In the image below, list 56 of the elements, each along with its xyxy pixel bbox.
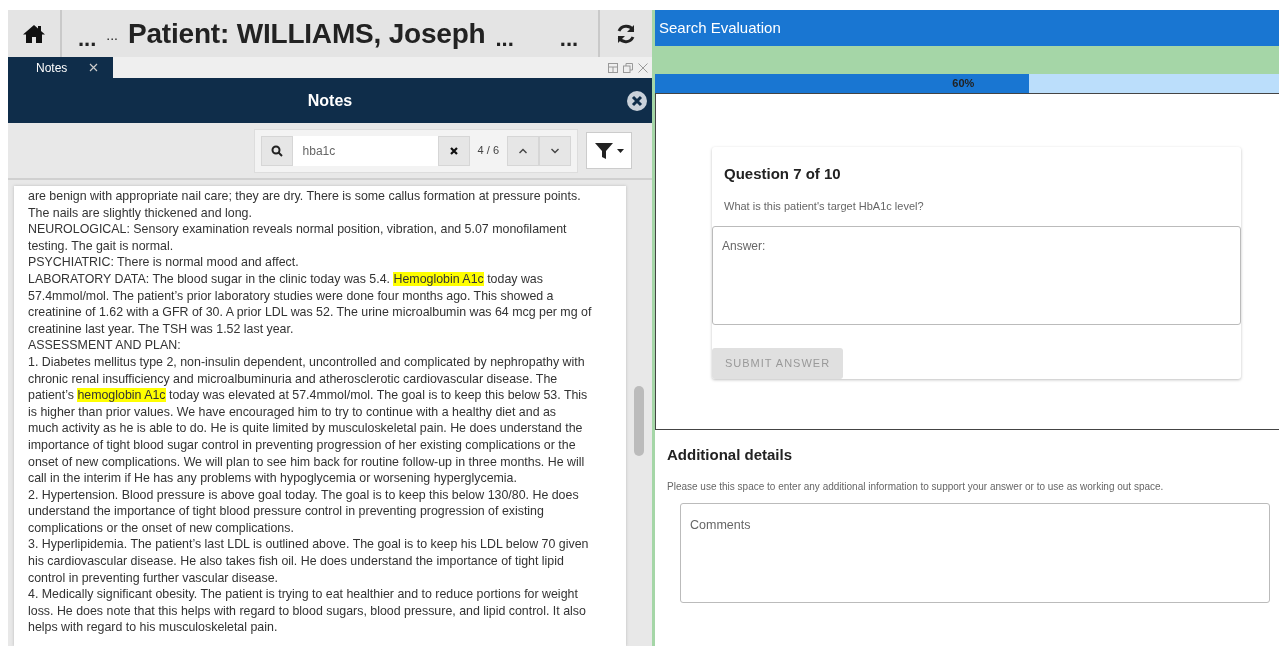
home-icon[interactable] [22,23,46,44]
note-line: 57.4mmol/mol. The patient’s prior laboratory studies were done four months ago. This showed a [28,287,555,305]
caret-icon [617,148,624,153]
note-line: understand the importance of tight blood pressure control in preventing progression of existing [28,503,545,520]
note-line: control in preventing further vascular disease. [28,569,279,587]
menu-dots[interactable]: ... [495,17,514,50]
note-line: LABORATORY DATA: The blood sugar in the clinic today was 5.4. Hemoglobin A1c today was [28,270,544,288]
note-line: importance of tight blood sugar control in preventing progression of her existing complications or the [28,436,577,454]
chevron-up-icon [518,147,528,154]
chevron-down-icon [550,147,560,154]
match-count: 4 / 6 [476,143,500,159]
filter-icon [594,140,614,161]
patient-title: Patient: WILLIAMS, Joseph [128,16,486,51]
scrollbar-thumb[interactable] [634,386,644,456]
question-heading: Question 7 of 10 [723,164,842,184]
note-line: NEUROLOGICAL: Sensory examination reveals normal position, vibration, and 5.07 monofilament [28,221,568,238]
section-heading: Additional details [667,445,793,465]
note-line: 1. Diabetes mellitus type 2, non-insulin dependent, uncontrolled and complicated by nephropathy with [28,353,586,371]
note-line: 4. Medically significant obesity. The patient is trying to eat healthier and to reduce portions for weight [28,586,579,603]
filter-button[interactable] [586,132,632,169]
refresh-icon[interactable] [615,22,637,45]
menu-dots[interactable]: ... [106,21,118,46]
tab-close-icon[interactable] [89,63,99,72]
close-icon[interactable] [626,90,648,112]
menu-dots[interactable]: ... [78,17,97,50]
note-line: onset of new complications. We will plan to see him back for routine follow-up in three months. He will [28,453,586,471]
search-field[interactable]: hba1c [292,135,438,166]
app-title: Search Evaluation [655,10,1279,46]
note-line: chronic renal insufficiency and microalbuminuria and atherosclerotic cardiovascular disease. The [28,370,559,388]
note-line: testing. The gait is normal. [28,237,175,255]
comments-field[interactable]: Comments [680,502,1270,603]
note-line: helps with regard to his musculoskeletal pain. [28,619,279,637]
note-line: his cardiovascular disease. He also takes fish oil. He does understand the importance of tight lipid [28,553,565,570]
answer-field[interactable]: Answer: [712,226,1241,325]
note-line: is higher than prior values. We have encouraged him to try to continue with a healthy diet and as [28,403,558,421]
note-line: much activity as he is able to do. He is quite limited by musculoskeletal pain. He does understand the [28,420,584,437]
search-icon[interactable] [260,135,293,166]
note-line: 3. Hyperlipidemia. The patient’s last LDL is outlined above. The goal is to keep his LDL below 70 given [28,536,590,554]
note-line: The nails are slightly thickened and long. [28,204,253,222]
clear-icon[interactable] [437,135,470,166]
section-description: Please use this space to enter any additional information to support your answer or to use as working out space. [667,479,1165,494]
panel-title: Notes [307,90,353,111]
progress-label: 60% [952,76,975,92]
note-line: complications or the onset of new complications. [28,519,295,537]
note-line: 2. Hypertension. Blood pressure is above goal today. The goal is to keep this below 130/80. He does [28,486,580,504]
note-line: PSYCHIATRIC: There is normal mood and affect. [28,254,300,271]
note-line: loss. He does note that this helps with regard to blood sugars, blood pressure, and lipid control. It also [28,602,587,620]
note-line: patient’s hemoglobin A1c today was elevated at 57.4mmol/mol. The goal is to keep this below 53. This [28,387,589,404]
menu-dots[interactable]: ... [559,17,579,50]
note-line: creatinine last year. The TSH was 1.52 last year. [28,320,295,338]
tab[interactable]: Notes [8,57,113,78]
note-line: call in the interim if He has any problems with hypoglycemia or worsening hyperglycemia. [28,470,518,487]
note-line: ASSESSMENT AND PLAN: [28,337,182,354]
note-line: are benign with appropriate nail care; they are dry. There is some callus formation at pressure points. [28,188,582,205]
note-line: creatinine of 1.62 with a GFR of 30. A prior LDL was 52. The urine microalbumin was 64 mcg per mg of [28,304,593,321]
question-text: What is this patient's target HbA1c level? [723,198,925,214]
